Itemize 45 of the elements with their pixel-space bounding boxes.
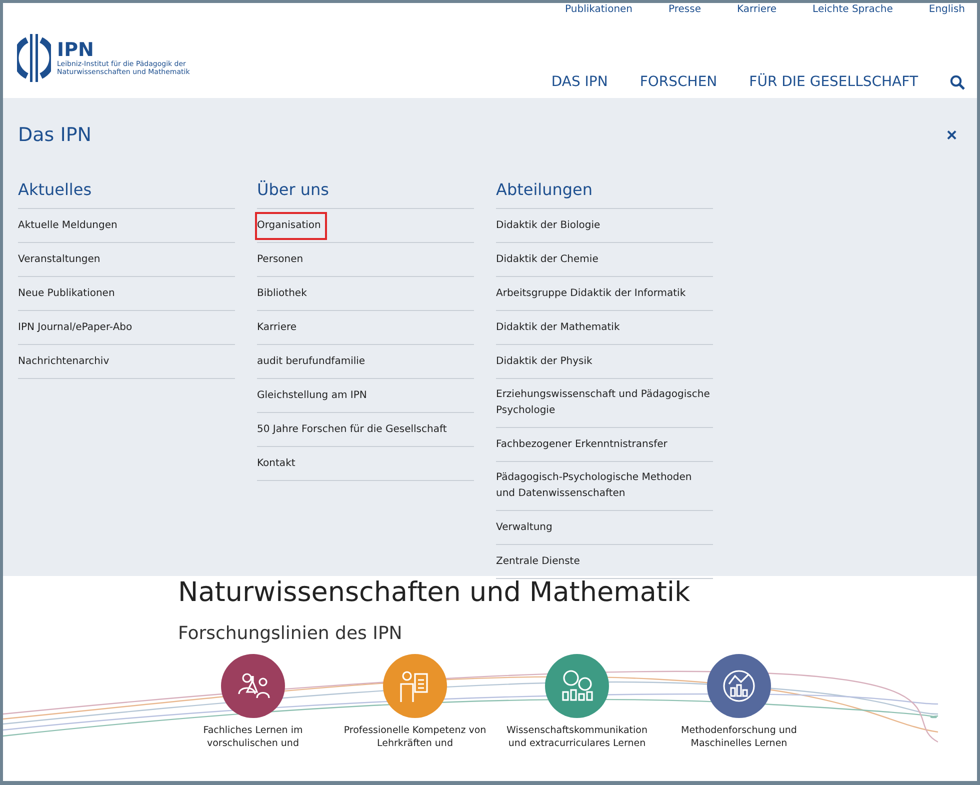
nav-link[interactable]: FORSCHEN xyxy=(640,74,718,90)
menu-link[interactable]: Nachrichtenarchiv xyxy=(18,350,110,374)
menu-link[interactable]: Arbeitsgruppe Didaktik der Informatik xyxy=(496,282,686,306)
menu-link[interactable]: Aktuelle Meldungen xyxy=(18,214,118,238)
menu-link[interactable]: Organisation xyxy=(257,214,325,238)
column-heading: Abteilungen xyxy=(496,180,713,209)
menu-link[interactable]: Veranstaltungen xyxy=(18,248,100,272)
menu-link[interactable]: Pädagogisch-Psychologische Methoden und Datenwissenschaften xyxy=(496,466,713,506)
menu-link[interactable]: Didaktik der Chemie xyxy=(496,248,598,272)
close-button[interactable]: × xyxy=(942,124,961,146)
menu-link[interactable]: Zentrale Dienste xyxy=(496,550,580,574)
top-link[interactable]: Leichte Sprache xyxy=(812,4,893,15)
menu-link[interactable]: Didaktik der Biologie xyxy=(496,214,600,238)
research-line-label[interactable]: Fachliches Lernen im vorschulischen und xyxy=(203,724,303,750)
menu-link[interactable]: Karriere xyxy=(257,316,297,340)
page-heading: Naturwissenschaften und Mathematik xyxy=(178,577,692,609)
menu-link[interactable]: Gleichstellung am IPN xyxy=(257,384,367,408)
search-icon[interactable] xyxy=(950,74,965,90)
top-link[interactable]: Publikationen xyxy=(565,4,633,15)
menu-link[interactable]: Verwaltung xyxy=(496,516,552,540)
research-line-label[interactable]: Professionelle Kompetenz von Lehrkräften und xyxy=(344,724,486,750)
menu-link[interactable]: 50 Jahre Forschen für die Gesellschaft xyxy=(257,418,447,442)
menu-link[interactable]: audit berufundfamilie xyxy=(257,350,366,374)
menu-link[interactable]: Didaktik der Physik xyxy=(496,350,592,374)
top-link[interactable]: Karriere xyxy=(737,4,777,15)
nav-link[interactable]: FÜR DIE GESELLSCHAFT xyxy=(749,74,918,90)
menu-link[interactable]: Fachbezogener Erkenntnistransfer xyxy=(496,433,668,457)
menu-link[interactable]: Neue Publikationen xyxy=(18,282,115,306)
nav-link[interactable]: DAS IPN xyxy=(551,74,608,90)
logo-name: IPN xyxy=(57,40,95,60)
top-link[interactable]: English xyxy=(928,4,965,15)
menu-title: Das IPN xyxy=(18,124,92,146)
menu-link[interactable]: Didaktik der Mathematik xyxy=(496,316,620,340)
menu-link[interactable]: IPN Journal/ePaper-Abo xyxy=(18,316,132,340)
top-link[interactable]: Presse xyxy=(668,4,702,15)
section-title: Forschungslinien des IPN xyxy=(178,623,404,644)
logo-icon[interactable] xyxy=(17,32,51,84)
column-heading: Über uns xyxy=(257,180,474,209)
menu-link[interactable]: Erziehungswissenschaft und Pädagogische Psychologie xyxy=(496,383,713,423)
menu-link[interactable]: Personen xyxy=(257,248,304,272)
menu-link[interactable]: Kontakt xyxy=(257,452,296,476)
research-line-label[interactable]: Methodenforschung und Maschinelles Lernen xyxy=(681,724,797,750)
menu-link[interactable]: Bibliothek xyxy=(257,282,307,306)
column-heading: Aktuelles xyxy=(18,180,235,209)
research-line-label[interactable]: Wissenschaftskommunikation und extracurriculares Lernen xyxy=(506,724,648,750)
